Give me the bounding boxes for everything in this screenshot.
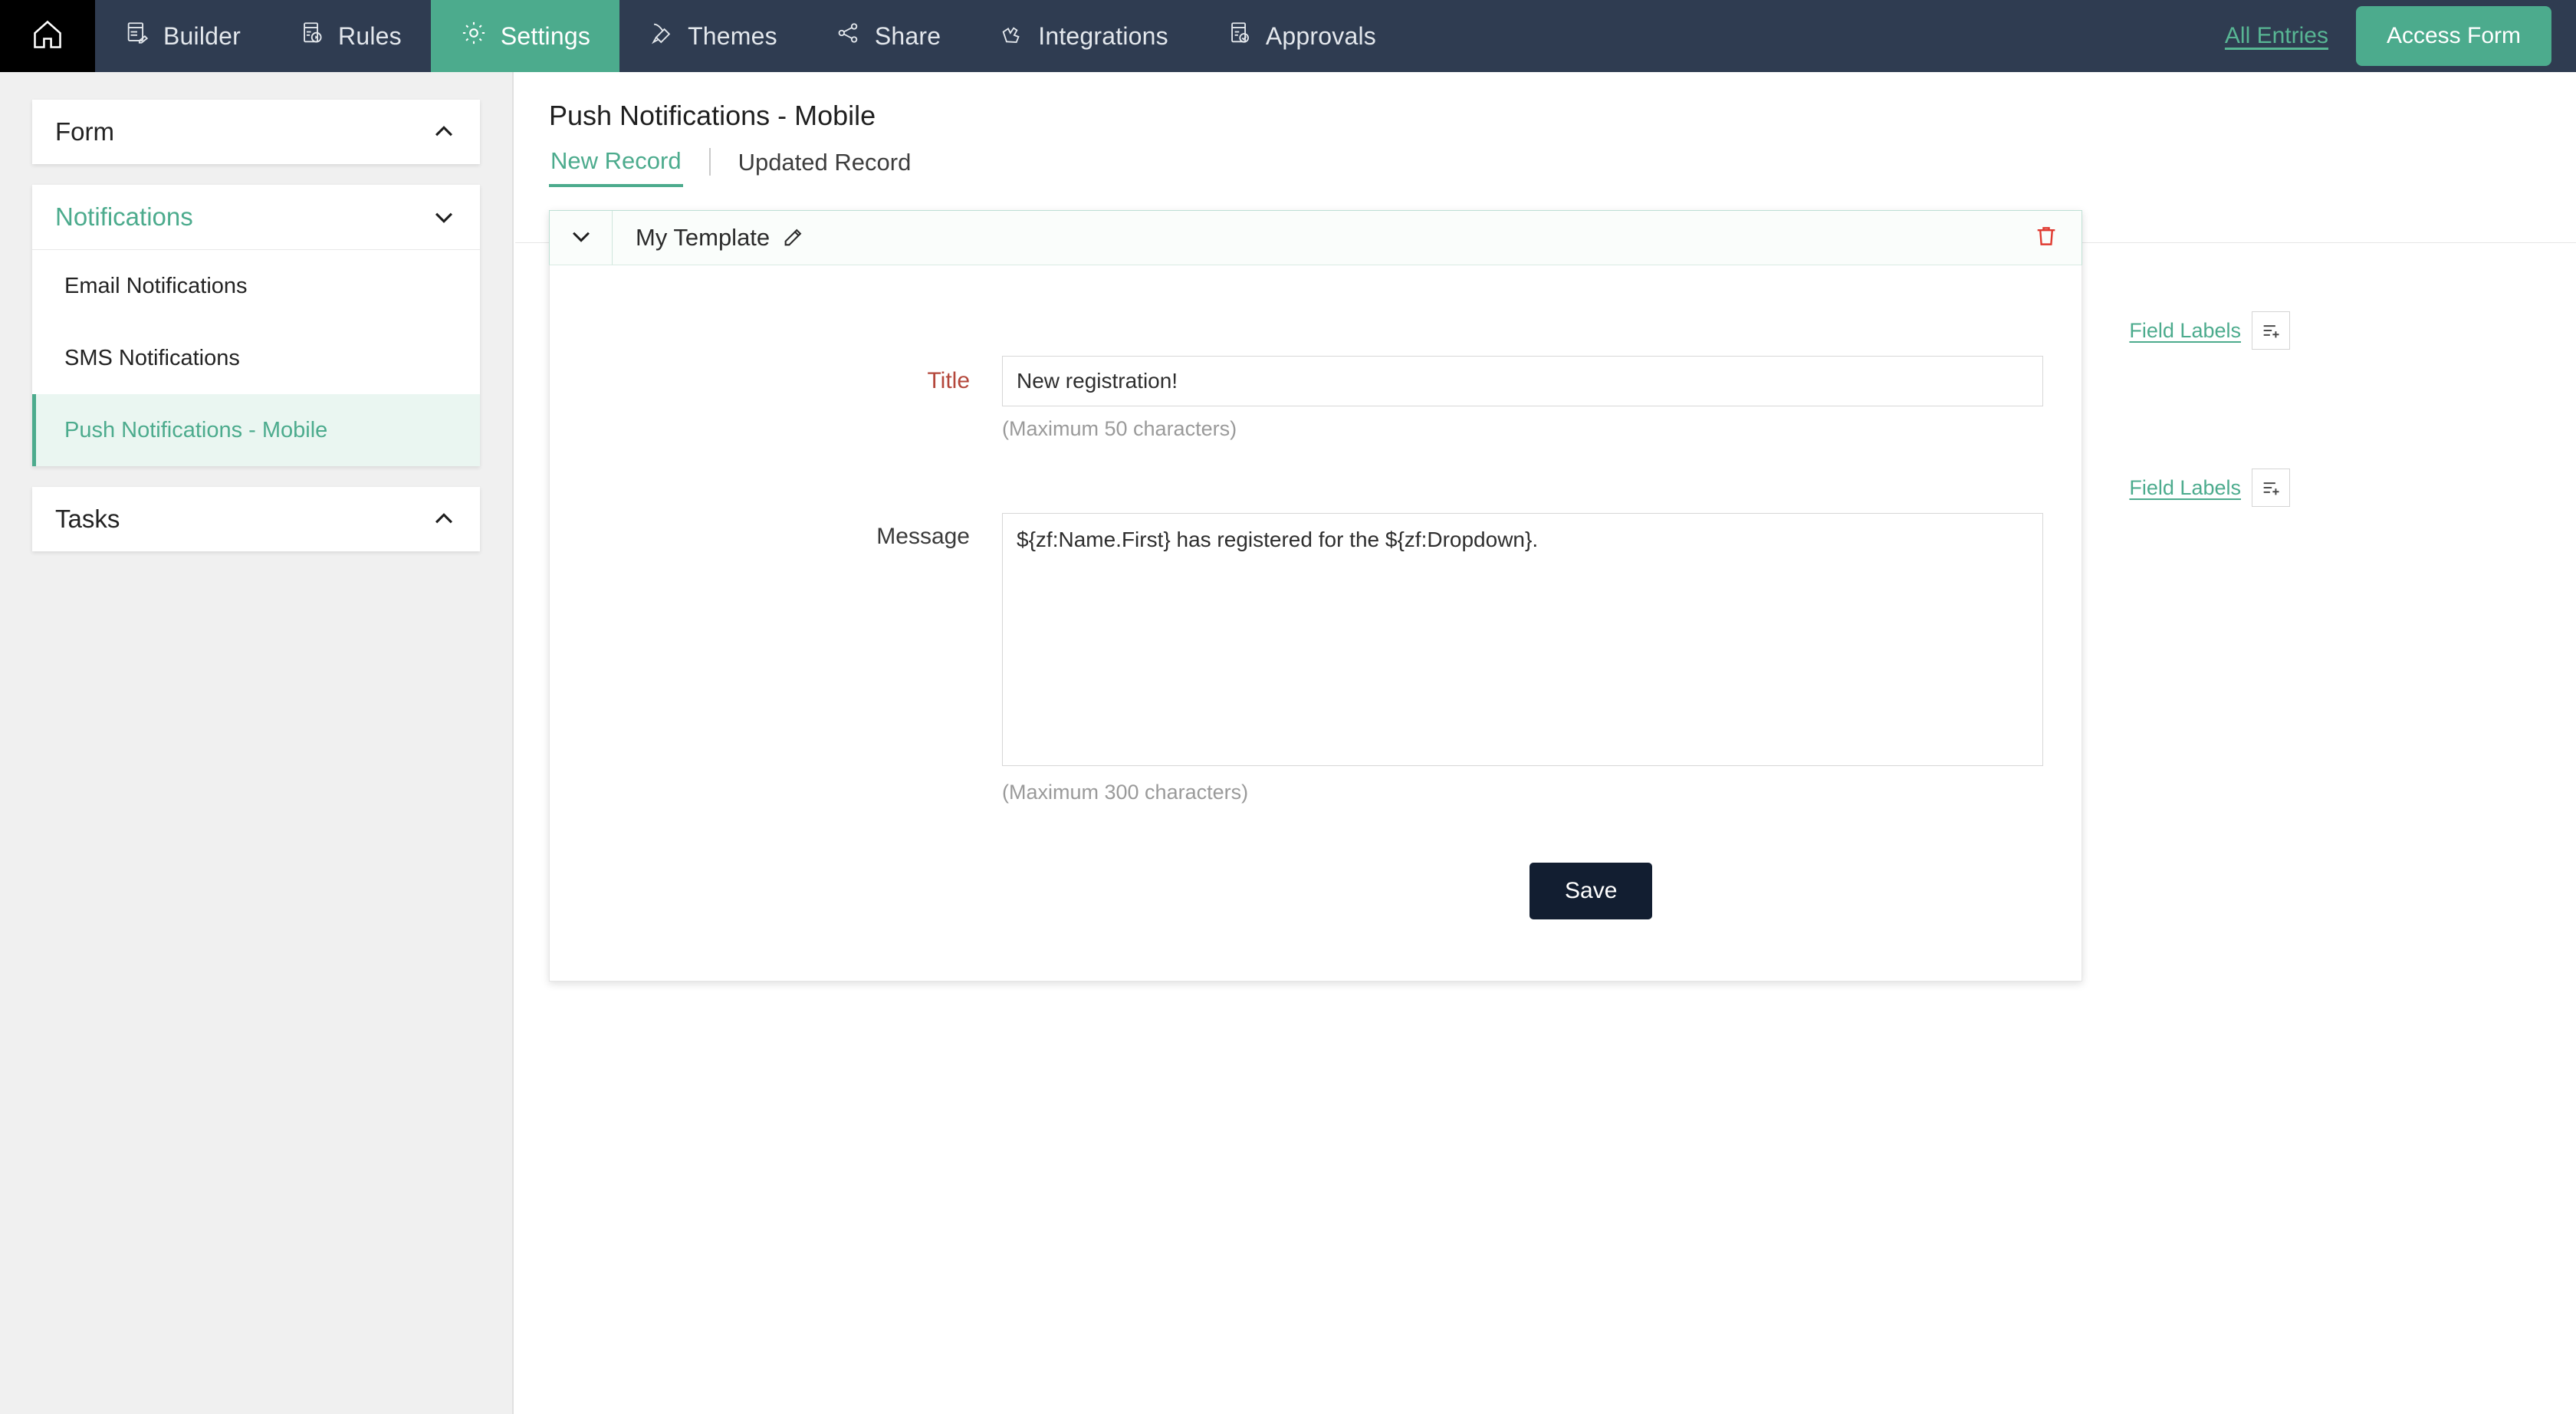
home-button[interactable] [0, 0, 95, 72]
rules-icon [299, 20, 325, 52]
tab-updated-record[interactable]: Updated Record [737, 146, 913, 186]
sidebar-item-sms-notifications[interactable]: SMS Notifications [32, 322, 480, 394]
record-tabs: New Record Updated Record [549, 144, 2576, 187]
nav-right-actions: All Entries Access Form [2225, 0, 2576, 72]
message-field-row: Message (Maximum 300 characters) [550, 513, 2082, 804]
nav-label-share: Share [874, 21, 941, 50]
nav-label-rules: Rules [338, 21, 402, 50]
save-row: Save [1530, 863, 2082, 919]
sidebar-section-form-header[interactable]: Form [32, 100, 480, 164]
nav-item-settings[interactable]: Settings [430, 0, 620, 72]
chevron-down-icon [568, 223, 594, 253]
share-nodes-icon [836, 20, 862, 52]
sidebar-section-form: Form [32, 100, 480, 164]
sidebar-section-tasks: Tasks [32, 487, 480, 551]
builder-icon [124, 20, 150, 52]
tab-new-record[interactable]: New Record [549, 144, 683, 187]
nav-item-approvals[interactable]: Approvals [1198, 0, 1405, 72]
sidebar-section-notifications-header[interactable]: Notifications [32, 185, 480, 249]
title-input[interactable] [1002, 356, 2043, 406]
delete-template-button[interactable] [2011, 211, 2082, 265]
message-field-control: (Maximum 300 characters) [1002, 513, 2043, 804]
title-field-row: Title (Maximum 50 characters) [550, 356, 2082, 441]
title-field-label: Title [927, 368, 970, 393]
title-field-hint: (Maximum 50 characters) [1002, 417, 1237, 440]
insert-field-icon-title[interactable] [2252, 311, 2290, 350]
nav-label-approvals: Approvals [1265, 21, 1376, 50]
tab-label: Updated Record [738, 149, 912, 176]
trash-icon [2033, 223, 2059, 253]
settings-sidebar: Form Notifications Email Notifications S… [0, 72, 514, 1414]
main-content: Push Notifications - Mobile New Record U… [515, 72, 2576, 1414]
sidebar-item-push-notifications-mobile[interactable]: Push Notifications - Mobile [32, 394, 480, 466]
pencil-icon[interactable] [782, 227, 803, 248]
title-field-labels-row: Field Labels [1040, 311, 2290, 350]
sidebar-section-tasks-header[interactable]: Tasks [32, 487, 480, 551]
nav-item-builder[interactable]: Builder [95, 0, 270, 72]
template-card-header: My Template [549, 210, 2082, 265]
home-icon [31, 18, 64, 55]
top-navigation-bar: Builder Rules Settings Themes Share Inte… [0, 0, 2576, 72]
sidebar-section-tasks-label: Tasks [55, 505, 120, 533]
sidebar-item-label: Push Notifications - Mobile [64, 417, 328, 442]
save-button[interactable]: Save [1530, 863, 1653, 919]
integrations-icon [999, 20, 1025, 52]
tab-label: New Record [550, 147, 682, 174]
approvals-icon [1227, 20, 1253, 52]
all-entries-link[interactable]: All Entries [2225, 23, 2328, 49]
chevron-down-icon [431, 204, 457, 230]
message-field-label: Message [876, 524, 970, 549]
title-field-control: (Maximum 50 characters) [1002, 356, 2043, 441]
nav-label-settings: Settings [500, 21, 591, 50]
sidebar-section-form-label: Form [55, 117, 114, 146]
themes-brush-icon [649, 20, 675, 52]
body-area: Form Notifications Email Notifications S… [0, 72, 2576, 1414]
nav-item-integrations[interactable]: Integrations [970, 0, 1198, 72]
template-card: My Template Field Labels Title New regis… [549, 210, 2290, 982]
nav-label-builder: Builder [163, 21, 242, 50]
field-labels-link-message[interactable]: Field Labels [2129, 476, 2241, 500]
nav-label-themes: Themes [688, 21, 777, 50]
page-title: Push Notifications - Mobile [549, 100, 876, 131]
nav-item-themes[interactable]: Themes [619, 0, 807, 72]
message-textarea[interactable] [1002, 513, 2043, 766]
template-name-cell: My Template [613, 211, 2011, 265]
gear-icon [460, 19, 488, 53]
access-form-button[interactable]: Access Form [2355, 6, 2551, 66]
insert-field-icon-message[interactable] [2252, 469, 2290, 507]
chevron-up-icon [431, 506, 457, 532]
nav-item-share[interactable]: Share [807, 0, 970, 72]
sidebar-item-label: Email Notifications [64, 273, 248, 298]
sidebar-notification-items: Email Notifications SMS Notifications Pu… [32, 249, 480, 466]
nav-item-rules[interactable]: Rules [270, 0, 431, 72]
message-field-labels-row: Field Labels [1040, 469, 2290, 507]
template-collapse-toggle[interactable] [550, 211, 613, 265]
chevron-up-icon [431, 119, 457, 145]
sidebar-item-label: SMS Notifications [64, 345, 240, 370]
field-labels-link-title[interactable]: Field Labels [2129, 319, 2241, 343]
message-field-hint: (Maximum 300 characters) [1002, 781, 1249, 804]
tab-divider [708, 148, 711, 176]
sidebar-section-notifications: Notifications Email Notifications SMS No… [32, 185, 480, 466]
sidebar-item-email-notifications[interactable]: Email Notifications [32, 250, 480, 322]
template-name: My Template [636, 224, 770, 251]
nav-label-integrations: Integrations [1038, 21, 1168, 50]
nav-items: Builder Rules Settings Themes Share Inte… [95, 0, 1405, 72]
template-card-body: Field Labels Title (Maximum 50 character… [550, 265, 2290, 981]
sidebar-section-notifications-label: Notifications [55, 202, 193, 231]
